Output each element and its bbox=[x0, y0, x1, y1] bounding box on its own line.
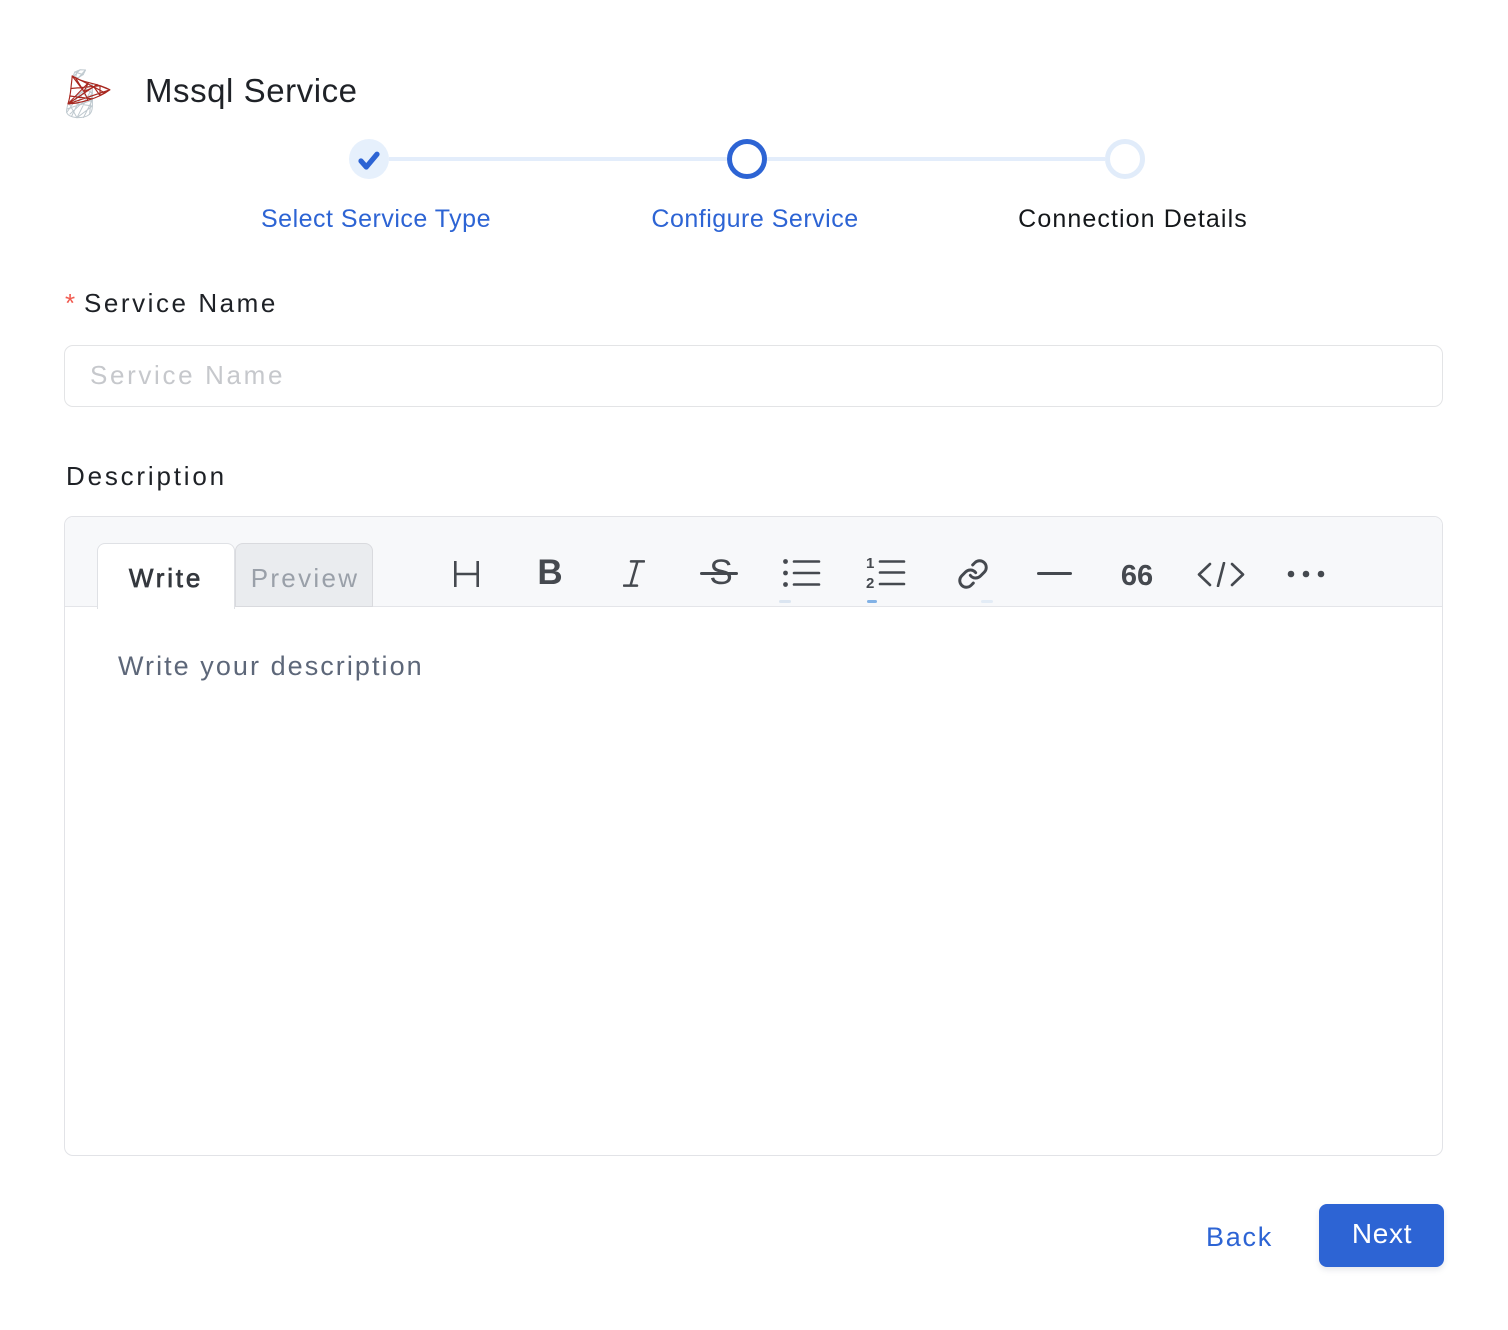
svg-text:1: 1 bbox=[866, 557, 874, 572]
svg-text:2: 2 bbox=[866, 575, 874, 589]
